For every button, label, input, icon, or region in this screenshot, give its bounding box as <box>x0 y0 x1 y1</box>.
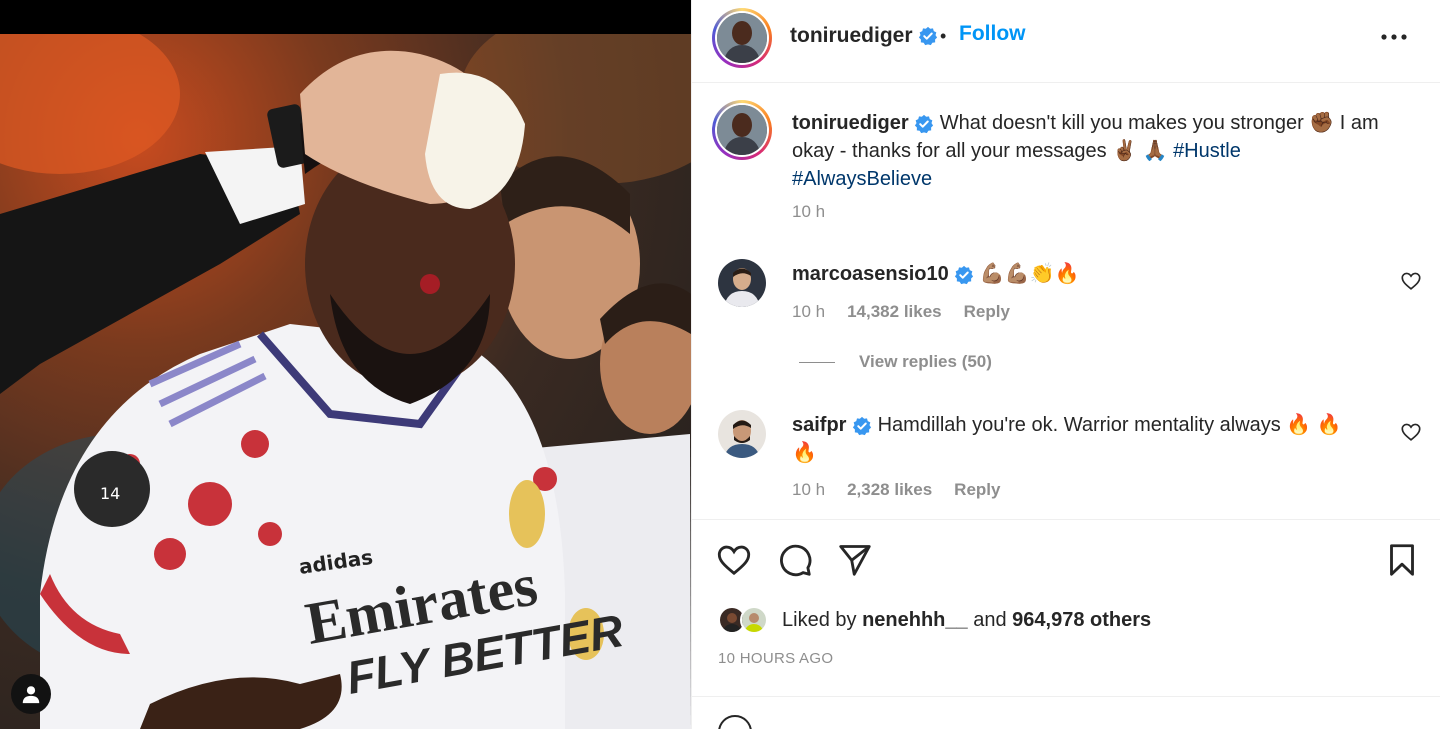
liked-by-joiner: and <box>973 608 1007 631</box>
comment-body: marcoasensio10 💪🏽💪🏽👏🔥 <box>792 260 1382 288</box>
commenter-avatar-image <box>718 410 766 458</box>
post-caption: toniruediger What doesn't kill you makes… <box>792 109 1382 193</box>
liked-by-prefix: Liked by <box>782 608 857 631</box>
author-username[interactable]: toniruediger <box>790 24 938 48</box>
comments-section: toniruediger What doesn't kill you makes… <box>692 84 1440 518</box>
verified-badge-icon <box>915 114 934 133</box>
add-comment-bar <box>692 696 1440 729</box>
post-media-panel: 14 adidas Emirates FLY BETTER <box>0 0 691 729</box>
caption-avatar-image <box>717 105 767 155</box>
reply-button[interactable]: Reply <box>964 302 1010 322</box>
commenter-avatar-image <box>718 259 766 307</box>
comment-like-button[interactable] <box>1400 421 1422 443</box>
view-replies-label[interactable]: View replies (50) <box>859 352 992 372</box>
comment-button[interactable] <box>777 542 813 578</box>
likes-summary: Liked by nenehhh__ and 964,978 others <box>718 604 1151 636</box>
bookmark-icon <box>1390 544 1414 576</box>
verified-badge-icon <box>919 27 938 46</box>
view-replies-line <box>799 361 835 363</box>
comment-avatar[interactable] <box>718 259 766 307</box>
emoji-icon[interactable] <box>718 715 752 729</box>
heart-icon <box>1401 423 1421 441</box>
caption-meta: 10 h <box>792 202 825 222</box>
heart-icon <box>1401 272 1421 290</box>
share-button[interactable] <box>837 542 873 578</box>
liked-by-others[interactable]: 964,978 others <box>1012 609 1151 632</box>
liked-by-user[interactable]: nenehhh__ <box>862 609 968 632</box>
hashtag-link[interactable]: #Hustle <box>1173 140 1241 162</box>
comment-time[interactable]: 10 h <box>792 480 825 500</box>
post-photo[interactable]: 14 adidas Emirates FLY BETTER <box>0 34 691 729</box>
author-avatar[interactable] <box>712 8 772 68</box>
tagged-users-button[interactable] <box>11 674 51 714</box>
liker-avatar-image <box>742 608 766 632</box>
comment-meta: 10 h 2,328 likes Reply <box>792 480 1000 500</box>
svg-text:14: 14 <box>100 484 120 503</box>
paper-plane-icon <box>839 545 871 576</box>
comment-username[interactable]: marcoasensio10 <box>792 263 949 285</box>
liker-avatars[interactable] <box>718 604 776 636</box>
caption-username[interactable]: toniruediger <box>792 112 909 134</box>
view-replies-button[interactable]: View replies (50) <box>799 352 992 372</box>
comment-time[interactable]: 10 h <box>792 302 825 322</box>
caption-author-avatar[interactable] <box>712 100 772 160</box>
hashtag-link[interactable]: #AlwaysBelieve <box>792 168 932 190</box>
post-header: toniruediger • Follow <box>692 0 1440 83</box>
caption-time[interactable]: 10 h <box>792 202 825 222</box>
reply-button[interactable]: Reply <box>954 480 1000 500</box>
comment-text: 💪🏽💪🏽👏🔥 <box>979 263 1080 285</box>
author-avatar-image <box>717 13 767 63</box>
header-separator: • <box>940 26 947 46</box>
save-button[interactable] <box>1384 542 1420 578</box>
verified-badge-icon <box>955 265 974 284</box>
author-username-text[interactable]: toniruediger <box>790 24 913 47</box>
post-action-bar <box>692 519 1440 599</box>
comment-like-button[interactable] <box>1400 270 1422 292</box>
follow-button[interactable]: Follow <box>959 22 1026 46</box>
like-button[interactable] <box>716 542 752 578</box>
post-details-panel: toniruediger • Follow toniruediger What … <box>691 0 1440 729</box>
comment-username[interactable]: saifpr <box>792 414 846 436</box>
comment-text: Hamdillah you're ok. Warrior mentality a… <box>792 414 1342 464</box>
comment-body: saifpr Hamdillah you're ok. Warrior ment… <box>792 411 1372 467</box>
comment-likes[interactable]: 2,328 likes <box>847 480 932 500</box>
more-options-button[interactable] <box>1374 20 1414 54</box>
more-horizontal-icon <box>1381 34 1407 40</box>
post-timestamp[interactable]: 10 HOURS AGO <box>718 650 833 667</box>
heart-icon <box>717 545 751 576</box>
comment-avatar[interactable] <box>718 410 766 458</box>
liker-avatar[interactable] <box>740 606 768 634</box>
comment-meta: 10 h 14,382 likes Reply <box>792 302 1010 322</box>
comment-likes[interactable]: 14,382 likes <box>847 302 942 322</box>
verified-badge-icon <box>852 416 872 435</box>
person-icon <box>22 686 40 704</box>
post-photo-illustration: 14 adidas Emirates FLY BETTER <box>0 34 691 729</box>
comment-bubble-icon <box>780 544 812 577</box>
